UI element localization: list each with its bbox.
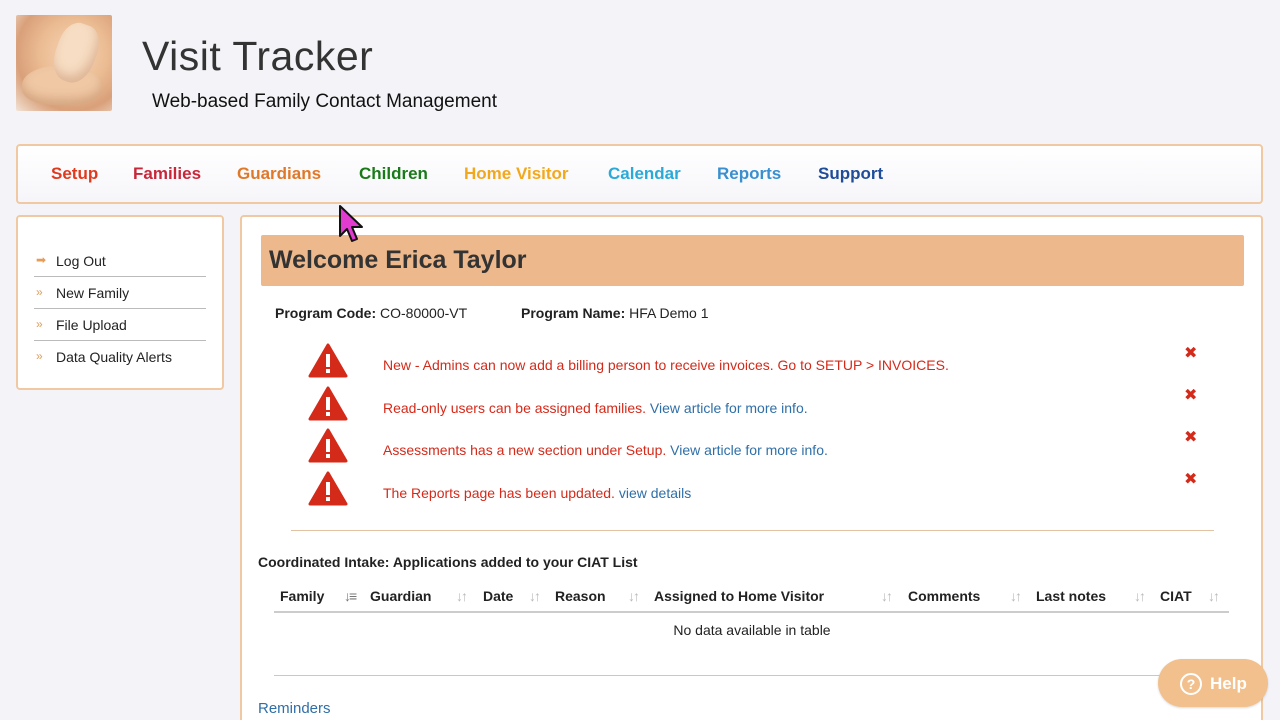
program-code-label: Program Code: [275, 305, 377, 321]
sidebar-item-data-quality-alerts[interactable]: » Data Quality Alerts [34, 341, 206, 373]
welcome-heading: Welcome Erica Taylor [269, 246, 527, 274]
sidebar-item-label: File Upload [56, 317, 127, 333]
sidebar-item-log-out[interactable]: ➡ Log Out [34, 245, 206, 277]
close-icon[interactable]: ✖ [1184, 343, 1197, 363]
sidebar: ➡ Log Out » New Family » File Upload » D… [16, 215, 224, 390]
help-button[interactable]: ? Help [1158, 659, 1268, 707]
divider [291, 530, 1214, 531]
mouse-pointer-icon [339, 205, 363, 242]
app-header: Visit Tracker Web-based Family Contact M… [0, 0, 1280, 140]
sort-asc-icon[interactable]: ↓≡ [344, 588, 357, 604]
sort-icon[interactable]: ↓↑ [881, 588, 893, 604]
sort-icon[interactable]: ↓↑ [628, 588, 640, 604]
reminders-link[interactable]: Reminders [258, 700, 331, 717]
col-header-last-notes[interactable]: Last notes [1036, 588, 1106, 604]
nav-reports[interactable]: Reports [717, 164, 781, 184]
alert-row: The Reports page has been updated. view … [242, 471, 1242, 513]
nav-home-visitor[interactable]: Home Visitor [464, 164, 569, 184]
double-chevron-right-icon: » [36, 317, 43, 331]
col-header-reason[interactable]: Reason [555, 588, 606, 604]
welcome-banner: Welcome Erica Taylor [261, 235, 1244, 286]
warning-icon [308, 386, 348, 421]
alert-message: The Reports page has been updated. [383, 485, 619, 501]
warning-icon [308, 343, 348, 378]
sidebar-item-label: New Family [56, 285, 130, 301]
alert-message: Read-only users can be assigned families… [383, 400, 650, 416]
alert-link[interactable]: View article for more info. [650, 400, 808, 416]
program-name-label: Program Name: [521, 305, 626, 321]
alert-text: The Reports page has been updated. view … [383, 485, 691, 501]
col-header-comments[interactable]: Comments [908, 588, 980, 604]
app-title: Visit Tracker [142, 33, 374, 79]
sort-icon[interactable]: ↓↑ [1208, 588, 1220, 604]
ciat-table-header: Family ↓≡ Guardian ↓↑ Date ↓↑ Reason ↓↑ … [274, 581, 1229, 613]
sidebar-item-file-upload[interactable]: » File Upload [34, 309, 206, 341]
divider [274, 675, 1229, 676]
sort-icon[interactable]: ↓↑ [1010, 588, 1022, 604]
sidebar-item-label: Log Out [56, 253, 106, 269]
sign-out-icon: ➡ [36, 253, 47, 267]
col-header-family[interactable]: Family [280, 588, 324, 604]
nav-guardians[interactable]: Guardians [237, 164, 321, 184]
help-label: Help [1210, 674, 1247, 693]
double-chevron-right-icon: » [36, 349, 43, 363]
alert-row: Assessments has a new section under Setu… [242, 428, 1242, 470]
alert-row: Read-only users can be assigned families… [242, 386, 1242, 428]
alert-link[interactable]: View article for more info. [670, 442, 828, 458]
close-icon[interactable]: ✖ [1184, 427, 1197, 447]
app-subtitle: Web-based Family Contact Management [152, 91, 497, 112]
alert-row: New - Admins can now add a billing perso… [242, 343, 1242, 385]
question-circle-icon: ? [1180, 673, 1202, 695]
nav-support[interactable]: Support [818, 164, 883, 184]
baby-foot-logo-icon [16, 15, 112, 111]
nav-setup[interactable]: Setup [51, 164, 98, 184]
program-name-value: HFA Demo 1 [629, 305, 709, 321]
alert-text: Assessments has a new section under Setu… [383, 442, 828, 458]
table-empty-message: No data available in table [673, 622, 831, 638]
col-header-date[interactable]: Date [483, 588, 513, 604]
sidebar-item-new-family[interactable]: » New Family [34, 277, 206, 309]
warning-icon [308, 471, 348, 506]
close-icon[interactable]: ✖ [1184, 469, 1197, 489]
col-header-assigned-home-visitor[interactable]: Assigned to Home Visitor [654, 588, 824, 604]
nav-families[interactable]: Families [133, 164, 201, 184]
main-nav: Setup Families Guardians Children Home V… [16, 144, 1263, 204]
alert-text: New - Admins can now add a billing perso… [383, 357, 949, 373]
alert-text: Read-only users can be assigned families… [383, 400, 808, 416]
ciat-section-title: Coordinated Intake: Applications added t… [258, 554, 638, 570]
close-icon[interactable]: ✖ [1184, 385, 1197, 405]
alert-link[interactable]: view details [619, 485, 691, 501]
sort-icon[interactable]: ↓↑ [529, 588, 541, 604]
nav-calendar[interactable]: Calendar [608, 164, 681, 184]
sidebar-item-label: Data Quality Alerts [56, 349, 172, 365]
warning-icon [308, 428, 348, 463]
alert-message: New - Admins can now add a billing perso… [383, 357, 949, 373]
program-code: Program Code: CO-80000-VT [275, 305, 467, 321]
sort-icon[interactable]: ↓↑ [456, 588, 468, 604]
program-code-value: CO-80000-VT [380, 305, 468, 321]
program-name: Program Name: HFA Demo 1 [521, 305, 709, 321]
sort-icon[interactable]: ↓↑ [1134, 588, 1146, 604]
double-chevron-right-icon: » [36, 285, 43, 299]
col-header-ciat[interactable]: CIAT [1160, 588, 1192, 604]
col-header-guardian[interactable]: Guardian [370, 588, 431, 604]
main-panel: Welcome Erica Taylor Program Code: CO-80… [240, 215, 1263, 720]
alert-message: Assessments has a new section under Setu… [383, 442, 671, 458]
nav-children[interactable]: Children [359, 164, 428, 184]
